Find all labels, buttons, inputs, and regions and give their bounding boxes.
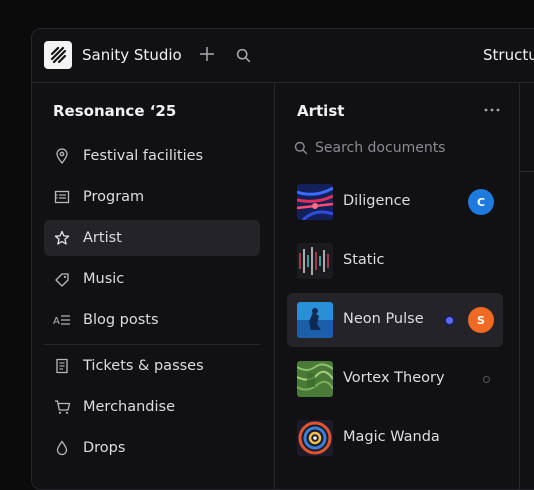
structure-nav-pane: Resonance ‘25 Festival facilities Progra… bbox=[32, 83, 275, 489]
nav-item-label: Tickets & passes bbox=[83, 358, 204, 374]
document-title: Neon Pulse bbox=[343, 311, 424, 327]
document-item-neon-pulse[interactable]: Neon Pulse S bbox=[287, 293, 503, 347]
draft-status-dot bbox=[483, 376, 490, 383]
artist-thumbnail bbox=[297, 184, 333, 220]
pane-title: Artist bbox=[297, 102, 345, 120]
nav-item-label: Program bbox=[83, 189, 145, 205]
nav-item-merchandise[interactable]: Merchandise bbox=[44, 389, 260, 425]
nav-item-drops[interactable]: Drops bbox=[44, 430, 260, 466]
nav-item-music[interactable]: Music bbox=[44, 261, 260, 297]
nav-divider bbox=[44, 344, 260, 345]
document-title: Magic Wanda bbox=[343, 429, 440, 445]
nav-item-label: Merchandise bbox=[83, 399, 176, 415]
search-icon[interactable] bbox=[232, 44, 254, 66]
nav-item-festival-facilities[interactable]: Festival facilities bbox=[44, 138, 260, 174]
more-options-icon[interactable] bbox=[481, 101, 503, 119]
document-title: Diligence bbox=[343, 193, 411, 209]
artist-thumbnail bbox=[297, 243, 333, 279]
pin-icon bbox=[53, 147, 71, 165]
nav-item-label: Drops bbox=[83, 440, 126, 456]
app-title: Sanity Studio bbox=[82, 46, 182, 64]
avatar: C bbox=[468, 189, 494, 215]
nav-item-blog-posts[interactable]: A Blog posts bbox=[44, 302, 260, 338]
text-icon: A bbox=[53, 311, 71, 329]
tab-structure[interactable]: Structure bbox=[483, 46, 534, 64]
artist-thumbnail bbox=[297, 302, 333, 338]
artist-thumbnail bbox=[297, 420, 333, 456]
document-title: Vortex Theory bbox=[343, 370, 445, 386]
document-item-vortex-theory[interactable]: Vortex Theory bbox=[287, 352, 503, 406]
star-icon bbox=[53, 229, 71, 247]
sanity-logo-icon[interactable] bbox=[44, 41, 72, 69]
workspace-title: Resonance ‘25 bbox=[53, 102, 177, 120]
search-placeholder: Search documents bbox=[315, 140, 446, 156]
document-item-magic-wanda[interactable]: Magic Wanda bbox=[287, 411, 503, 465]
document-list-pane: Artist Search documents Diligence C Stat… bbox=[275, 83, 520, 489]
document-item-diligence[interactable]: Diligence C bbox=[287, 175, 503, 229]
nav-item-label: Festival facilities bbox=[83, 148, 204, 164]
editor-pane bbox=[520, 83, 534, 489]
svg-text:A: A bbox=[53, 316, 60, 327]
top-bar: Sanity Studio Structure bbox=[32, 29, 534, 83]
cart-icon bbox=[53, 398, 71, 416]
studio-window: Sanity Studio Structure Resonance ‘25 Fe… bbox=[31, 28, 534, 490]
nav-item-artist[interactable]: Artist bbox=[44, 220, 260, 256]
nav-item-label: Blog posts bbox=[83, 312, 159, 328]
tag-icon bbox=[53, 270, 71, 288]
search-icon bbox=[293, 140, 309, 156]
nav-item-label: Artist bbox=[83, 230, 122, 246]
list-icon bbox=[53, 188, 71, 206]
document-title: Static bbox=[343, 252, 385, 268]
artist-thumbnail bbox=[297, 361, 333, 397]
document-item-static[interactable]: Static bbox=[287, 234, 503, 288]
search-documents-input[interactable]: Search documents bbox=[293, 137, 503, 159]
plus-icon[interactable] bbox=[196, 43, 218, 65]
edited-status-dot bbox=[446, 317, 453, 324]
avatar: S bbox=[468, 307, 494, 333]
nav-item-program[interactable]: Program bbox=[44, 179, 260, 215]
pane-divider bbox=[520, 171, 534, 172]
drop-icon bbox=[53, 439, 71, 457]
nav-item-tickets-passes[interactable]: Tickets & passes bbox=[44, 348, 260, 384]
nav-item-label: Music bbox=[83, 271, 125, 287]
document-icon bbox=[53, 357, 71, 375]
